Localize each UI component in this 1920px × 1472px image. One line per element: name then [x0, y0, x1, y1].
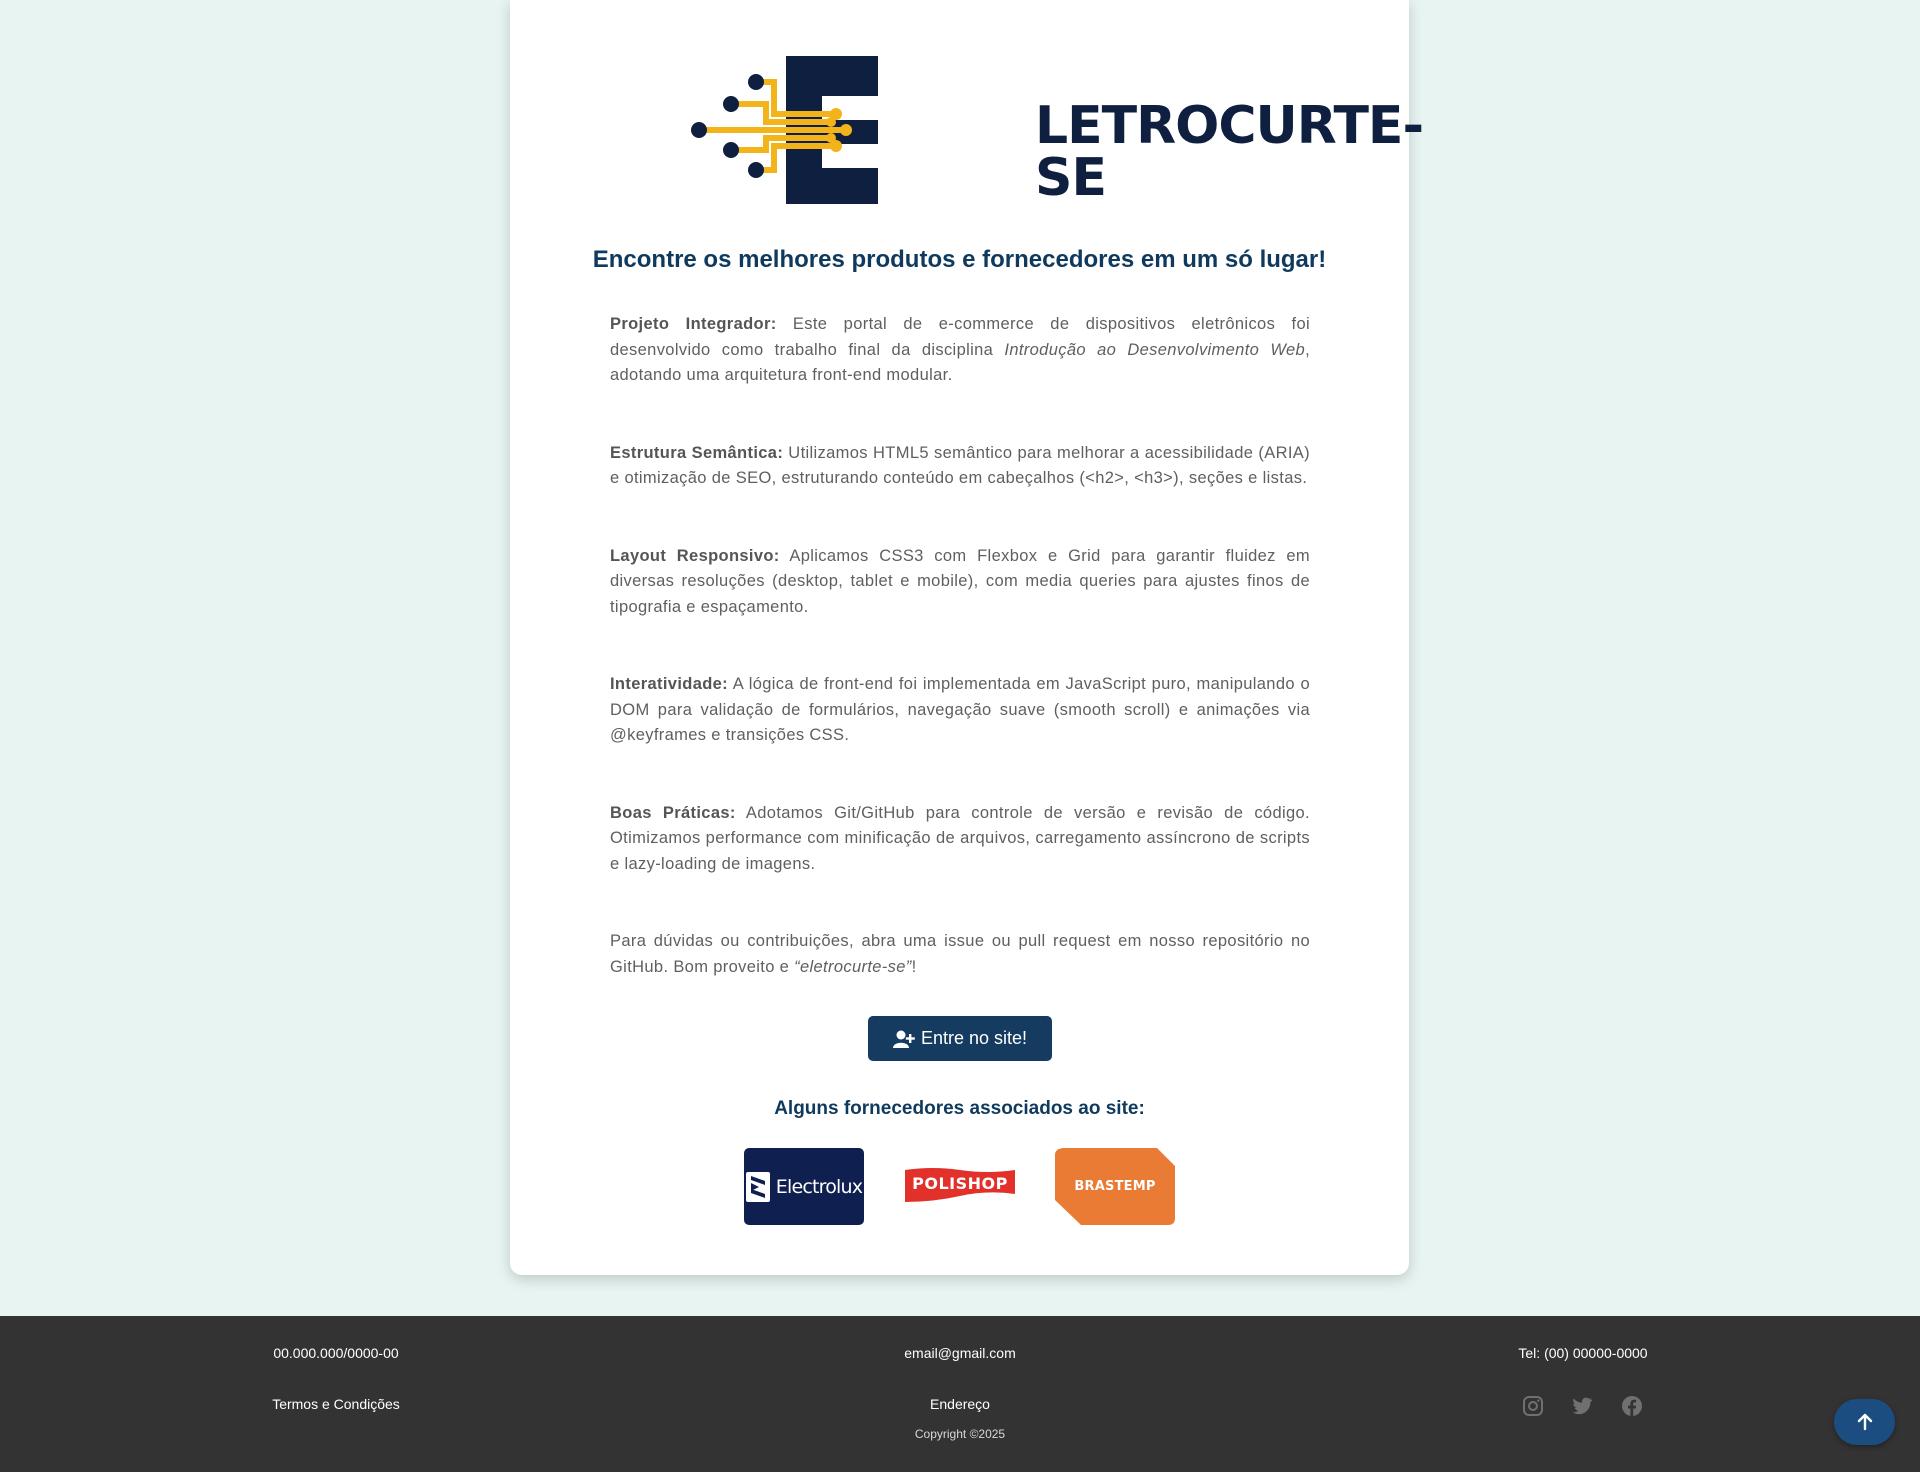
paragraph-label: Estrutura Semântica: — [610, 443, 784, 462]
paragraph-boas-praticas: Boas Práticas: Adotamos Git/GitHub para … — [610, 801, 1310, 878]
welcome-card: LETROCURTE-SE Encontre os melhores produ… — [510, 0, 1424, 1275]
eletrocurte-logo: LETROCURTE-SE — [686, 52, 1424, 208]
project-description: Projeto Integrador: Este portal de e-com… — [610, 312, 1310, 1032]
footer-phone: Tel: (00) 00000-0000 — [1518, 1345, 1648, 1361]
paragraph-label: Projeto Integrador: — [610, 315, 777, 333]
twitter-icon[interactable] — [1570, 1394, 1594, 1418]
supplier-name: Electrolux — [775, 1175, 863, 1198]
paragraph-label: Interatividade: — [610, 675, 729, 693]
user-plus-icon — [892, 1030, 915, 1048]
supplier-electrolux-logo[interactable]: Electrolux — [744, 1148, 864, 1225]
supplier-name: POLISHOP — [912, 1173, 1008, 1193]
arrow-up-icon — [1857, 1413, 1872, 1431]
supplier-polishop-logo[interactable]: POLISHOP — [905, 1166, 1015, 1206]
enter-site-button[interactable]: Entre no site! — [868, 1016, 1052, 1061]
paragraph-interatividade: Interatividade: A lógica de front-end fo… — [610, 672, 1310, 749]
footer-cnpj: 00.000.000/0000-00 — [273, 1345, 399, 1361]
footer-email-link[interactable]: email@gmail.com — [860, 1345, 1060, 1361]
paragraph-estrutura-semantica: Estrutura Semântica: Utilizamos HTML5 se… — [610, 441, 1310, 492]
paragraph-projeto-integrador: Projeto Integrador: Este portal de e-com… — [610, 312, 1310, 389]
enter-site-label: Entre no site! — [920, 1028, 1028, 1048]
paragraph-label: Boas Práticas: — [610, 803, 736, 822]
logo-wordmark: LETROCURTE-SE — [1035, 96, 1424, 208]
paragraph-layout-responsivo: Layout Responsivo: Aplicamos CSS3 com Fl… — [610, 544, 1310, 621]
footer-terms-link[interactable]: Termos e Condições — [236, 1396, 436, 1412]
facebook-icon[interactable] — [1620, 1394, 1644, 1418]
supplier-brastemp-logo[interactable]: BRASTEMP — [1055, 1148, 1175, 1225]
footer-address-link[interactable]: Endereço — [860, 1396, 1060, 1412]
paragraph-text: Para dúvidas ou contribuições, abra uma … — [610, 932, 1310, 976]
suppliers-title: Alguns fornecedores associados ao site: — [774, 1098, 1145, 1119]
paragraph-text: ! — [911, 957, 917, 976]
footer-copyright: Copyright ©2025 — [914, 1427, 1006, 1441]
supplier-name: BRASTEMP — [1074, 1179, 1156, 1194]
back-to-top-button[interactable] — [1834, 1399, 1895, 1445]
site-name-quote: “eletrocurte-se” — [794, 957, 912, 976]
paragraph-contribuicoes: Para dúvidas ou contribuições, abra uma … — [610, 929, 1310, 980]
electrolux-emblem-icon — [745, 1171, 770, 1202]
paragraph-label: Layout Responsivo: — [610, 546, 780, 565]
course-name: Introdução ao Desenvolvimento Web — [1004, 340, 1306, 359]
instagram-icon[interactable] — [1521, 1394, 1545, 1418]
page-headline: Encontre os melhores produtos e forneced… — [592, 246, 1327, 273]
